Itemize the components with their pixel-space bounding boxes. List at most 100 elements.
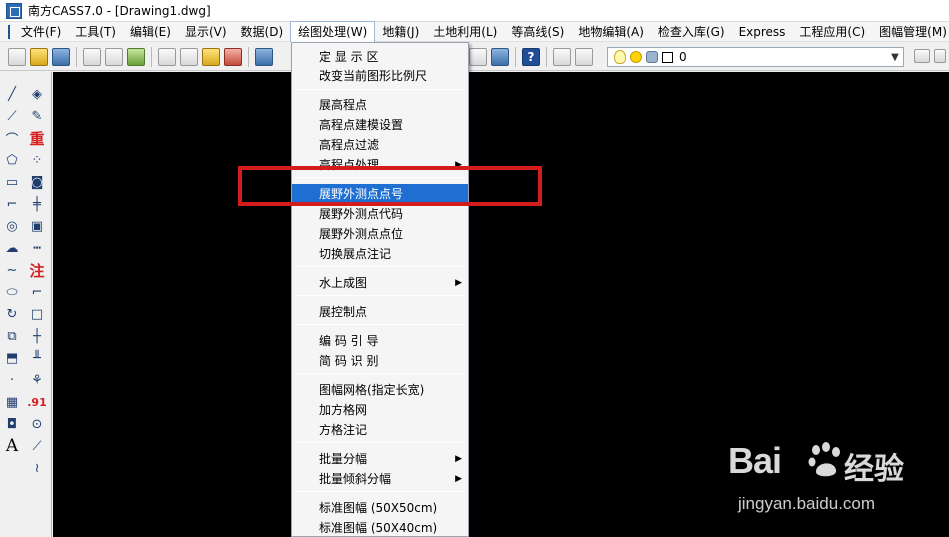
polyline-icon[interactable]: ⟋ <box>2 106 22 126</box>
layer-lock-icon[interactable] <box>646 51 658 63</box>
open-folder-icon[interactable] <box>30 47 48 66</box>
menu-item-standard-sheet-50x50[interactable]: 标准图幅 (50X50cm) <box>292 498 468 518</box>
app-icon <box>6 2 22 19</box>
print-icon[interactable] <box>83 47 101 66</box>
menu-item-batch-oblique-split[interactable]: 批量倾斜分幅 ▶ <box>292 469 468 489</box>
block-icon[interactable]: ⧉ <box>2 326 22 346</box>
menu-item-code-guide[interactable]: 编 码 引 导 <box>292 331 468 351</box>
menu-edit[interactable]: 编辑(E) <box>123 22 178 42</box>
menu-data[interactable]: 数据(D) <box>234 22 291 42</box>
help-icon[interactable]: ? <box>522 47 540 66</box>
menu-view[interactable]: 显示(V) <box>178 22 234 42</box>
layer-freeze-icon[interactable] <box>630 51 642 63</box>
menu-engineering[interactable]: 工程应用(C) <box>792 22 872 42</box>
pencil-icon[interactable]: ✎ <box>27 106 47 126</box>
grid-points-icon[interactable]: ⁘ <box>27 150 47 170</box>
menu-separator <box>294 324 466 325</box>
new-file-icon[interactable] <box>8 47 26 66</box>
wave-icon[interactable]: ≀ <box>27 458 47 478</box>
toolbar-overflow-icon[interactable] <box>934 49 946 63</box>
print-preview-icon[interactable] <box>105 47 123 66</box>
elevation-label-icon[interactable]: .91 <box>27 392 47 412</box>
image-icon[interactable]: ▣ <box>27 216 47 236</box>
fence-icon[interactable]: ╪ <box>27 194 47 214</box>
railway-icon[interactable]: ┼ <box>27 326 47 346</box>
menu-item-elevation-filter[interactable]: 高程点过滤 <box>292 135 468 155</box>
menu-item-set-display-area[interactable]: 定 显 示 区 <box>292 47 468 67</box>
layer-combo[interactable]: 0 ▼ <box>607 47 904 67</box>
undo-icon[interactable] <box>255 47 273 66</box>
menu-item-batch-sheet-split[interactable]: 批量分幅 ▶ <box>292 449 468 469</box>
menu-land-use[interactable]: 土地利用(L) <box>426 22 504 42</box>
layer-color-icon[interactable] <box>662 51 673 63</box>
circle-icon[interactable]: ◎ <box>2 216 22 236</box>
menu-item-add-square-grid[interactable]: 加方格网 <box>292 400 468 420</box>
menu-item-show-field-point-positions[interactable]: 展野外测点点位 <box>292 224 468 244</box>
menu-item-standard-sheet-50x40[interactable]: 标准图幅 (50X40cm) <box>292 518 468 537</box>
rectangle-icon[interactable]: ▭ <box>2 172 22 192</box>
menu-item-elevation-model-settings[interactable]: 高程点建模设置 <box>292 115 468 135</box>
linetype-icon[interactable] <box>914 49 930 63</box>
layer-state-icon[interactable] <box>575 47 593 66</box>
text-icon[interactable]: A <box>2 436 22 456</box>
paste-icon[interactable] <box>202 47 220 66</box>
match-properties-icon[interactable] <box>224 47 242 66</box>
menu-item-show-elevation-points[interactable]: 展高程点 <box>292 95 468 115</box>
menu-item-sheet-grid[interactable]: 图幅网格(指定长宽) <box>292 380 468 400</box>
polygon-icon[interactable]: ⬠ <box>2 150 22 170</box>
menu-feature-edit[interactable]: 地物编辑(A) <box>571 22 651 42</box>
calculator-icon[interactable] <box>469 47 487 66</box>
dashed-line-icon[interactable]: ┅ <box>27 238 47 258</box>
measure-icon[interactable]: ⟋ <box>27 436 47 456</box>
target-icon[interactable]: ⊙ <box>27 414 47 434</box>
menu-drawing-process[interactable]: 绘图处理(W) <box>290 21 376 42</box>
save-icon[interactable] <box>52 47 70 66</box>
menu-item-show-field-point-codes[interactable]: 展野外测点代码 <box>292 204 468 224</box>
repeat-icon[interactable]: 重 <box>27 128 47 148</box>
menu-item-water-mapping[interactable]: 水上成图 ▶ <box>292 273 468 293</box>
chevron-down-icon[interactable]: ▼ <box>887 48 903 66</box>
vegetation-icon[interactable]: ⚘ <box>27 370 47 390</box>
toolbar-separator <box>546 46 547 67</box>
layer-manager-icon[interactable] <box>553 47 571 66</box>
menu-sheet-management[interactable]: 图幅管理(M) <box>872 22 949 42</box>
survey-point-icon[interactable]: ◈ <box>27 84 47 104</box>
design-center-icon[interactable] <box>491 47 509 66</box>
frame-icon[interactable]: □ <box>27 304 47 324</box>
publish-icon[interactable] <box>127 47 145 66</box>
copy-icon[interactable] <box>180 47 198 66</box>
line-icon[interactable]: ╱ <box>2 84 22 104</box>
menu-item-grid-annotation[interactable]: 方格注记 <box>292 420 468 440</box>
menu-express[interactable]: Express <box>732 22 793 42</box>
menu-check-import[interactable]: 检查入库(G) <box>651 22 732 42</box>
toolbar-separator <box>515 46 516 67</box>
menu-file[interactable]: 文件(F) <box>14 22 68 42</box>
menu-bar: 文件(F) 工具(T) 编辑(E) 显示(V) 数据(D) 绘图处理(W) 地籍… <box>0 21 949 42</box>
document-menu-icon[interactable] <box>8 24 10 39</box>
menu-cadastre[interactable]: 地籍(J) <box>375 22 426 42</box>
arc-icon[interactable]: ⌒ <box>2 128 22 148</box>
menu-item-short-code-recognition[interactable]: 简 码 识 别 <box>292 351 468 371</box>
menu-contour[interactable]: 等高线(S) <box>504 22 571 42</box>
comb-icon[interactable]: ╨ <box>27 348 47 368</box>
curve-icon[interactable]: ⌐ <box>2 194 22 214</box>
menu-item-toggle-point-annotation[interactable]: 切换展点注记 <box>292 244 468 264</box>
submenu-arrow-icon: ▶ <box>455 474 462 484</box>
hatch-icon[interactable]: ▦ <box>2 392 22 412</box>
layer-on-icon[interactable] <box>614 50 626 64</box>
annotation-icon[interactable]: 注 <box>27 260 47 280</box>
cut-icon[interactable] <box>158 47 176 66</box>
cloud-icon[interactable]: ☁ <box>2 238 22 258</box>
menu-tools[interactable]: 工具(T) <box>68 22 123 42</box>
region-icon[interactable]: ◘ <box>2 414 22 434</box>
menu-item-change-scale[interactable]: 改变当前图形比例尺 <box>292 66 468 86</box>
spline-icon[interactable]: ∼ <box>2 260 22 280</box>
ellipse-icon[interactable]: ⬭ <box>2 282 22 302</box>
window-title: 南方CASS7.0 - [Drawing1.dwg] <box>28 4 211 18</box>
point-icon[interactable]: · <box>2 370 22 390</box>
menu-item-show-control-points[interactable]: 展控制点 <box>292 302 468 322</box>
insert-icon[interactable]: ⬒ <box>2 348 22 368</box>
rotate-icon[interactable]: ↻ <box>2 304 22 324</box>
step-icon[interactable]: ⌐ <box>27 282 47 302</box>
camera-icon[interactable]: ◙ <box>27 172 47 192</box>
